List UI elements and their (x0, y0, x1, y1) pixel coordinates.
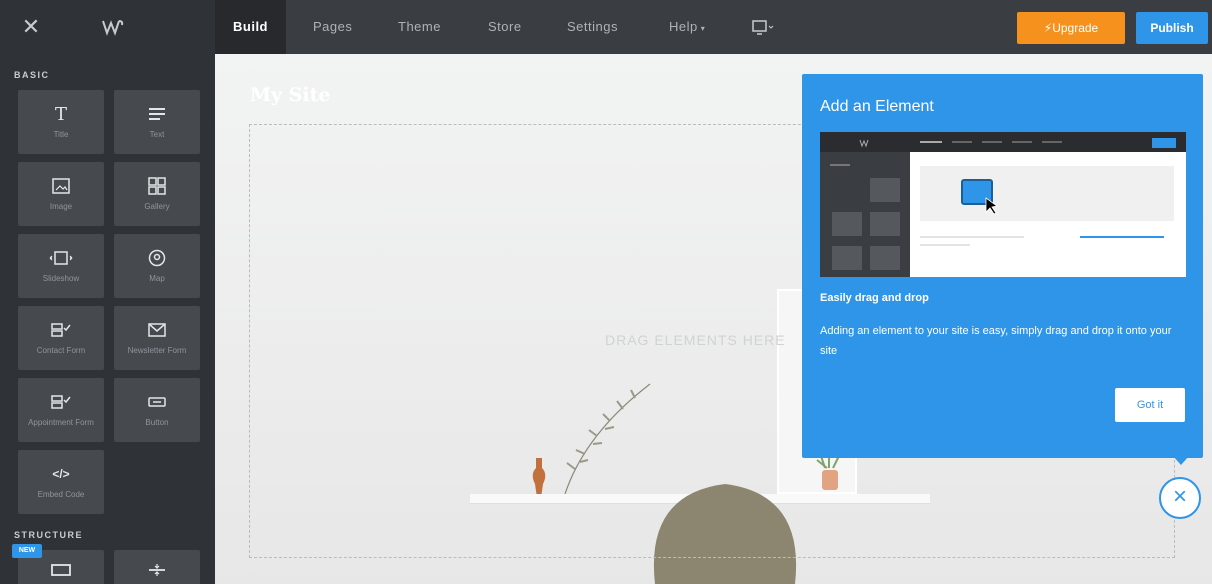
appointment-form-icon (18, 390, 104, 414)
gallery-icon (114, 174, 200, 198)
element-sidebar: BASIC T Title Text Image Gallery Slidesh… (0, 54, 215, 584)
nav-store[interactable]: Store (488, 0, 522, 54)
nav-help-label: Help (669, 19, 698, 34)
nav-theme[interactable]: Theme (398, 0, 441, 54)
panel-subtitle: Easily drag and drop (820, 292, 929, 304)
element-label: Slideshow (42, 274, 80, 283)
site-title[interactable]: My Site (250, 84, 331, 106)
drop-hint: DRAG ELEMENTS HERE (605, 332, 786, 348)
element-divider[interactable] (114, 550, 200, 584)
element-contact-form[interactable]: Contact Form (18, 306, 104, 370)
element-label: Appointment Form (28, 418, 94, 427)
preview-illustration (820, 132, 1186, 277)
main-nav: Build Pages Theme Store Settings Help ▾ ⚡… (215, 0, 1212, 54)
element-embed-code[interactable]: </> Embed Code (18, 450, 104, 514)
element-label: Contact Form (36, 346, 86, 355)
add-element-panel: Add an Element Easily drag and drop Addi… (802, 74, 1203, 458)
element-gallery[interactable]: Gallery (114, 162, 200, 226)
map-icon (114, 246, 200, 270)
got-it-button[interactable]: Got it (1115, 388, 1185, 422)
element-map[interactable]: Map (114, 234, 200, 298)
element-label: Map (149, 274, 165, 283)
new-badge: NEW (12, 544, 42, 558)
contact-form-icon (18, 318, 104, 342)
publish-button[interactable]: Publish (1136, 12, 1208, 44)
desktop-preview-icon[interactable] (752, 20, 774, 36)
element-appointment-form[interactable]: Appointment Form (18, 378, 104, 442)
section-label-basic: BASIC (14, 70, 50, 80)
element-label: Title (53, 130, 69, 139)
element-image[interactable]: Image (18, 162, 104, 226)
upgrade-button-label: Upgrade (1052, 21, 1099, 35)
nav-build[interactable]: Build (215, 0, 286, 54)
button-icon (114, 390, 200, 414)
close-icon[interactable]: ✕ (20, 16, 42, 38)
top-bar: ✕ Build Pages Theme Store Settings Help ▾… (0, 0, 1212, 54)
chevron-down-icon: ▾ (700, 24, 706, 33)
element-text[interactable]: Text (114, 90, 200, 154)
element-label: Newsletter Form (127, 346, 187, 355)
panel-pointer (1173, 456, 1189, 465)
element-label: Gallery (144, 202, 170, 211)
element-label: Image (49, 202, 73, 211)
element-label: Text (149, 130, 165, 139)
section-icon (18, 558, 104, 582)
title-icon: T (54, 103, 67, 125)
nav-settings[interactable]: Settings (567, 0, 618, 54)
element-label: Embed Code (37, 490, 85, 499)
panel-title: Add an Element (820, 98, 934, 115)
upgrade-button[interactable]: ⚡Upgrade (1017, 12, 1125, 44)
element-newsletter-form[interactable]: Newsletter Form (114, 306, 200, 370)
image-icon (18, 174, 104, 198)
text-icon (114, 102, 200, 126)
drag-drop-preview (820, 132, 1186, 277)
section-label-structure: STRUCTURE (14, 530, 83, 540)
element-title[interactable]: T Title (18, 90, 104, 154)
close-panel-icon[interactable]: × (1159, 477, 1201, 519)
nav-pages[interactable]: Pages (313, 0, 352, 54)
element-button[interactable]: Button (114, 378, 200, 442)
element-slideshow[interactable]: Slideshow (18, 234, 104, 298)
embed-code-icon: </> (52, 467, 70, 481)
element-label: Button (145, 418, 169, 427)
newsletter-form-icon (114, 318, 200, 342)
nav-help[interactable]: Help ▾ (669, 0, 705, 54)
weebly-logo-icon[interactable] (100, 14, 126, 40)
lightning-icon: ⚡ (1043, 21, 1053, 35)
panel-description: Adding an element to your site is easy, … (820, 325, 1172, 357)
divider-icon (114, 558, 200, 582)
slideshow-icon (18, 246, 104, 270)
